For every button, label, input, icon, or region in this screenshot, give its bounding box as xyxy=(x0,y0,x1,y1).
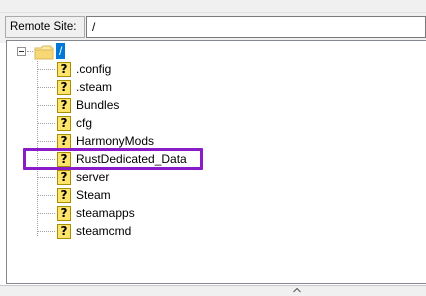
question-mark-icon: ? xyxy=(57,116,71,131)
chevron-up-icon[interactable] xyxy=(293,287,301,293)
question-mark-icon: ? xyxy=(57,206,71,221)
question-mark-icon: ? xyxy=(57,170,71,185)
remote-site-label: Remote Site: xyxy=(5,16,85,38)
tree-item-label[interactable]: .steam xyxy=(76,79,112,96)
question-mark-icon: ? xyxy=(57,62,71,77)
remote-directory-tree[interactable]: / ? .config ? .steam ? Bundles ? cfg ? H… xyxy=(6,40,426,284)
question-mark-icon: ? xyxy=(57,224,71,239)
tree-connector xyxy=(37,213,55,214)
tree-item-label[interactable]: steamapps xyxy=(76,205,135,222)
question-mark-icon: ? xyxy=(57,80,71,95)
question-mark-icon: ? xyxy=(57,134,71,149)
panel-splitter[interactable] xyxy=(0,285,426,296)
tree-connector xyxy=(37,195,55,196)
tree-connector xyxy=(37,69,55,70)
question-mark-icon: ? xyxy=(57,188,71,203)
folder-icon xyxy=(34,45,54,60)
tree-item-label[interactable]: .config xyxy=(76,61,111,78)
tree-connector xyxy=(27,51,33,52)
annotation-highlight-box xyxy=(23,148,203,170)
tree-item-label[interactable]: server xyxy=(76,169,109,186)
tree-connector xyxy=(37,87,55,88)
collapse-toggle-icon[interactable] xyxy=(17,47,26,56)
tree-connector xyxy=(37,177,55,178)
tree-connector xyxy=(37,141,55,142)
top-toolbar-strip xyxy=(0,0,426,13)
tree-item-label[interactable]: steamcmd xyxy=(76,223,131,240)
remote-site-path-input[interactable]: / xyxy=(86,16,426,38)
tree-item-label[interactable]: Steam xyxy=(76,187,111,204)
tree-root-label[interactable]: / xyxy=(56,43,66,59)
tree-connector xyxy=(37,123,55,124)
question-mark-icon: ? xyxy=(57,98,71,113)
tree-connector xyxy=(37,105,55,106)
tree-item-label[interactable]: Bundles xyxy=(76,97,119,114)
tree-item-label[interactable]: cfg xyxy=(76,115,92,132)
tree-connector xyxy=(37,231,55,232)
